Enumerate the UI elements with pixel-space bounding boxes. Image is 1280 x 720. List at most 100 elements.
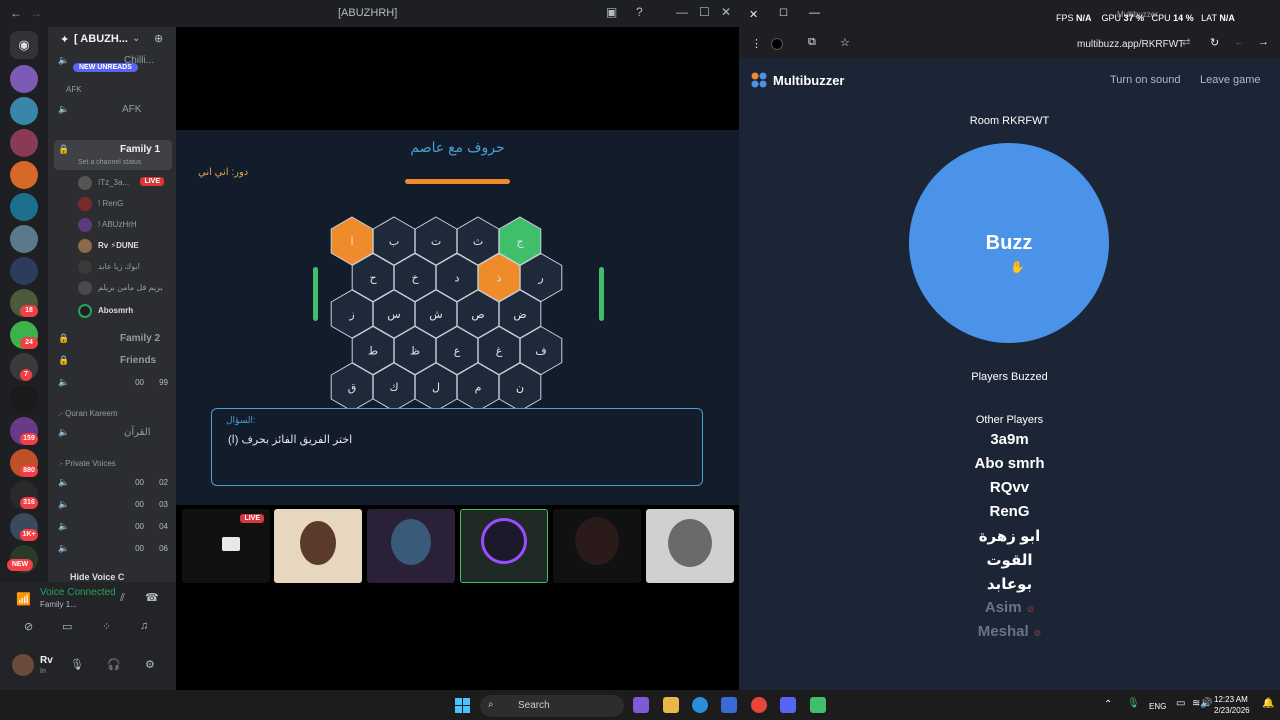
speaker-icon: 🔈 <box>58 543 70 553</box>
inbox-icon[interactable]: ▣ <box>606 5 617 19</box>
server-icon[interactable] <box>10 97 38 125</box>
channel-private[interactable]: 🔈 00 02 <box>54 473 172 493</box>
microphone-icon[interactable]: 🎙 <box>1127 698 1140 709</box>
activities-icon[interactable]: ⁘ <box>102 620 111 633</box>
windows-start-icon[interactable] <box>455 698 470 713</box>
player-name: القوت <box>986 552 1033 569</box>
voice-member[interactable]: Rv ⚡DUNE <box>76 237 172 255</box>
participant-tile[interactable] <box>553 509 641 583</box>
server-icon[interactable] <box>10 161 38 189</box>
taskbar-search[interactable]: ⌕ Search <box>480 695 624 717</box>
settings-gear-icon[interactable]: ⚙ <box>145 658 155 671</box>
back-arrow-icon[interactable]: ← <box>1234 36 1245 48</box>
minimize-icon[interactable]: — <box>809 7 820 19</box>
notification-bell-icon[interactable]: 🔔 <box>1262 698 1274 709</box>
channel-private[interactable]: 🔈 00 04 <box>54 517 172 537</box>
category-private[interactable]: .- Private Voices <box>58 459 116 468</box>
extensions-icon[interactable]: ⧉ <box>808 36 816 49</box>
bookmark-star-icon[interactable]: ☆ <box>840 36 850 49</box>
new-unreads-pill[interactable]: NEW UNREADS <box>73 63 138 72</box>
language-indicator[interactable]: ENG <box>1149 702 1166 711</box>
copilot-icon[interactable] <box>633 697 649 713</box>
voice-member[interactable]: ITz_3a... LIVE <box>76 174 172 192</box>
server-icon[interactable] <box>10 193 38 221</box>
buzz-button[interactable]: Buzz <box>909 143 1109 343</box>
discord-icon[interactable] <box>780 697 796 713</box>
voice-member[interactable]: بريم فل مامن بريلم <box>76 279 172 297</box>
signal-icon[interactable]: 📶 <box>16 592 31 606</box>
noise-suppression-icon[interactable]: ⫽ <box>120 592 125 605</box>
server-icon[interactable] <box>10 65 38 93</box>
channel-quran[interactable]: 🔈 القرآن <box>54 423 172 443</box>
hide-voice-channels[interactable]: Hide Voice C <box>70 572 124 582</box>
channel-private[interactable]: 🔈 00 06 <box>54 539 172 559</box>
avatar[interactable] <box>12 654 34 676</box>
speaker-icon: 🔈 <box>58 477 70 487</box>
microphone-icon[interactable]: 🎙 <box>70 658 84 671</box>
category-quran[interactable]: .- Quran Kareem <box>58 409 118 418</box>
voice-channel-name[interactable]: Family 1... <box>40 600 77 609</box>
server-icon[interactable] <box>10 129 38 157</box>
voice-member[interactable]: ابوك زيا عابد <box>76 258 172 276</box>
display-icon[interactable]: ▭ <box>1176 698 1185 709</box>
help-icon[interactable]: ? <box>636 5 643 19</box>
maximize-icon[interactable]: ☐ <box>779 8 788 19</box>
user-name[interactable]: Rv <box>40 655 53 666</box>
participant-tile[interactable] <box>367 509 455 583</box>
edge-icon[interactable] <box>692 697 708 713</box>
participant-tile[interactable] <box>274 509 362 583</box>
turn-on-sound-button[interactable]: Turn on sound <box>1110 74 1181 86</box>
add-user-icon[interactable]: ⊕ <box>154 32 163 45</box>
hex-letter: ظ <box>410 345 420 358</box>
minimize-icon[interactable]: — <box>676 5 688 19</box>
store-icon[interactable] <box>721 697 737 713</box>
camera-off-icon[interactable]: ⊘ <box>24 620 33 633</box>
discord-home-icon[interactable]: ◉ <box>10 31 38 59</box>
voice-member[interactable]: ! RenG <box>76 195 172 213</box>
site-settings-icon[interactable]: ⇄ <box>1182 37 1190 48</box>
participant-tile-speaking[interactable] <box>460 509 548 583</box>
server-name[interactable]: [ ABUZH... <box>74 33 128 45</box>
voice-connected-status[interactable]: Voice Connected <box>40 587 116 598</box>
url-field[interactable]: multibuzz.app/RKRFWT <box>1077 39 1184 50</box>
server-icon[interactable] <box>10 225 38 253</box>
volume-icon[interactable]: 🔊 <box>1200 698 1212 709</box>
app-icon[interactable] <box>810 697 826 713</box>
headphones-icon[interactable]: 🎧 <box>107 658 121 671</box>
channel-afk[interactable]: 🔈 AFK <box>54 100 172 120</box>
site-icon[interactable] <box>771 38 783 50</box>
hex-letter: ا <box>350 235 353 248</box>
server-icon[interactable] <box>10 257 38 285</box>
server-icon[interactable] <box>10 385 38 413</box>
maximize-icon[interactable]: ☐ <box>699 5 710 19</box>
screen-share-icon[interactable]: ▭ <box>62 620 72 633</box>
channel-family-2[interactable]: 🔒 Family 2 <box>54 329 172 349</box>
close-icon[interactable]: ✕ <box>749 8 758 21</box>
reload-icon[interactable]: ↻ <box>1210 36 1219 49</box>
clock-date[interactable]: 2/23/2026 <box>1214 706 1250 715</box>
channel-voice[interactable]: 🔈 00 99 <box>54 373 172 393</box>
clock-time[interactable]: 12:23 AM <box>1214 695 1248 704</box>
leave-game-button[interactable]: Leave game <box>1200 74 1261 86</box>
chrome-icon[interactable] <box>751 697 767 713</box>
file-explorer-icon[interactable] <box>663 697 679 713</box>
channel-friends[interactable]: 🔒 Friends <box>54 351 172 371</box>
participant-tile-stream[interactable]: LIVE <box>182 509 270 583</box>
forward-arrow-icon[interactable]: → <box>1258 36 1269 48</box>
channel-private[interactable]: 🔈 00 03 <box>54 495 172 515</box>
participant-tile[interactable] <box>646 509 734 583</box>
brand-name[interactable]: Multibuzzer <box>773 73 845 88</box>
close-icon[interactable]: ✕ <box>721 5 731 19</box>
category-afk[interactable]: AFK <box>66 85 82 94</box>
chevron-down-icon[interactable]: ⌄ <box>132 33 140 44</box>
soundboard-icon[interactable]: ♫ <box>140 620 148 632</box>
voice-member[interactable]: Abosmrh <box>76 302 172 320</box>
menu-icon[interactable]: ⋮ <box>751 37 762 50</box>
voice-member[interactable]: ! ABUzHrH <box>76 216 172 234</box>
disconnect-icon[interactable]: ☎ <box>145 591 159 604</box>
live-badge: LIVE <box>240 514 264 523</box>
channel-family-1[interactable]: 🔒 Family 1 Set a channel status <box>54 140 172 170</box>
chevron-up-icon[interactable]: ⌃ <box>1104 699 1112 710</box>
forward-arrow-icon[interactable]: → <box>30 6 42 20</box>
back-arrow-icon[interactable]: ← <box>10 6 22 20</box>
